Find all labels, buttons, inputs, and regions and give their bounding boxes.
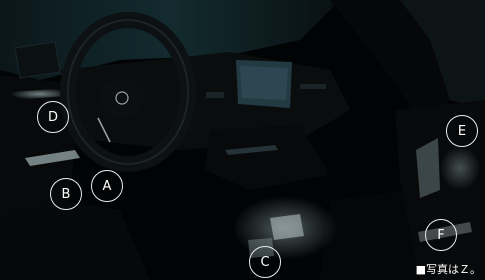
photo-caption: ■写真はＺ。 <box>415 263 481 276</box>
car-interior-image <box>0 0 485 280</box>
marker-d[interactable]: D <box>37 101 69 133</box>
marker-c[interactable]: C <box>249 246 281 278</box>
marker-a[interactable]: A <box>91 170 123 202</box>
marker-e[interactable]: E <box>446 115 478 147</box>
marker-b[interactable]: B <box>50 178 82 210</box>
interior-photo: A B C D E F ■写真はＺ。 <box>0 0 485 280</box>
marker-f[interactable]: F <box>425 219 457 251</box>
